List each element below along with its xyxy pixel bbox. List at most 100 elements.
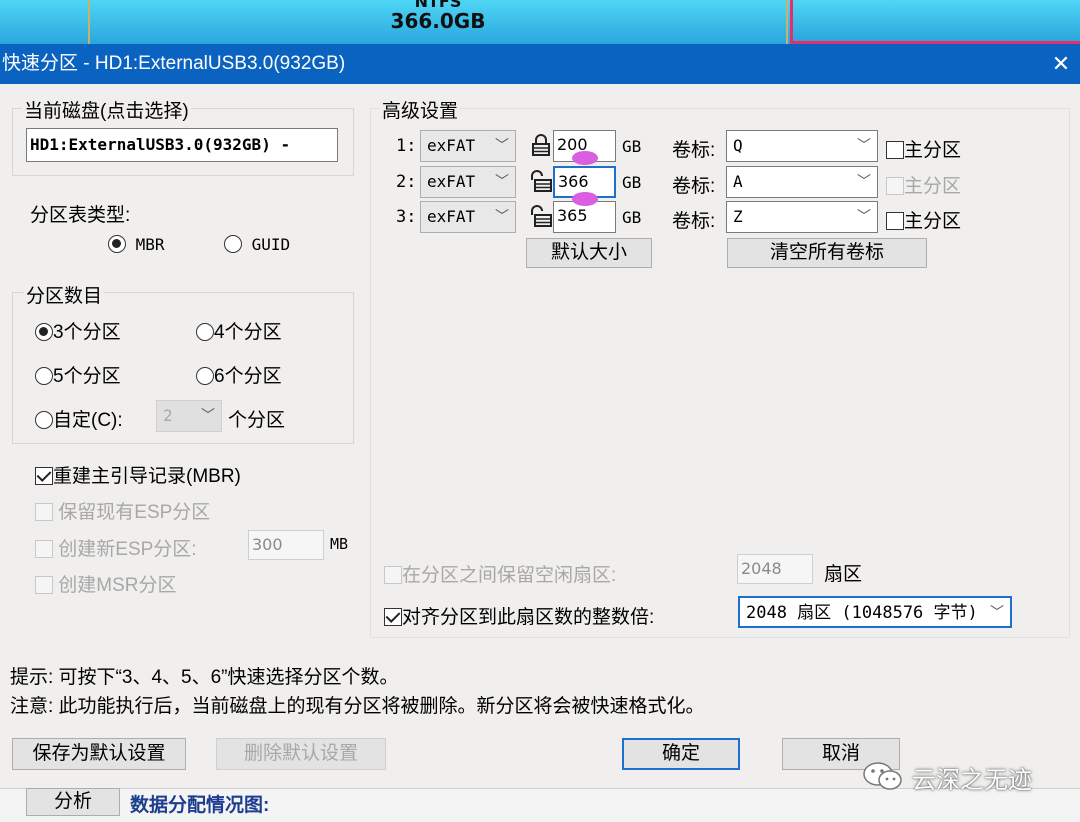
advanced-legend: 高级设置: [380, 96, 461, 123]
custom-count-value: 2: [163, 406, 173, 425]
resize-handle[interactable]: [572, 192, 598, 206]
msr-checkbox[interactable]: 创建MSR分区: [35, 570, 177, 597]
primary-checkbox-3[interactable]: 主分区: [886, 206, 961, 233]
checkbox-label: 主分区: [904, 176, 962, 197]
checkbox-box: [35, 540, 53, 558]
checkbox-box: [886, 212, 904, 230]
reserve-free-checkbox[interactable]: 在分区之间保留空闲扇区:: [384, 560, 616, 587]
esp-size-input[interactable]: 300: [248, 530, 324, 560]
volume-label-select-1[interactable]: Q ﹀: [726, 130, 878, 162]
align-checkbox[interactable]: 对齐分区到此扇区数的整数倍:: [384, 602, 654, 629]
checkbox-box: [35, 467, 53, 485]
checkbox-box: [384, 566, 402, 584]
radio-5-partitions[interactable]: 5个分区: [35, 361, 121, 388]
chevron-down-icon: ﹀: [495, 209, 509, 225]
checkbox-box: [35, 576, 53, 594]
reserve-sectors-input[interactable]: 2048: [737, 554, 813, 584]
fs-select-2[interactable]: exFAT ﹀: [420, 166, 516, 198]
default-size-button[interactable]: 默认大小: [526, 238, 652, 268]
checkbox-label: 对齐分区到此扇区数的整数倍:: [402, 607, 655, 628]
disk-map-partition-selected[interactable]: [790, 0, 1080, 44]
checkbox-box: [886, 141, 904, 159]
radio-mbr[interactable]: MBR: [108, 235, 165, 254]
analyze-button[interactable]: 分析: [26, 788, 120, 816]
fs-select-1[interactable]: exFAT ﹀: [420, 130, 516, 162]
partition-count-legend: 分区数目: [24, 281, 105, 308]
chevron-down-icon: ﹀: [201, 408, 215, 424]
chevron-down-icon: ﹀: [857, 174, 871, 190]
esp-size-unit: MB: [330, 535, 349, 553]
fs-value: exFAT: [427, 207, 476, 226]
volume-label-select-3[interactable]: Z ﹀: [726, 201, 878, 233]
checkbox-label: 主分区: [904, 140, 962, 161]
checkbox-label: 重建主引导记录(MBR): [53, 466, 241, 487]
radio-guid[interactable]: GUID: [224, 235, 290, 254]
lock-closed-icon[interactable]: [531, 134, 551, 156]
lock-open-icon[interactable]: [529, 170, 553, 192]
checkbox-box: [886, 177, 904, 195]
wechat-icon: [863, 762, 902, 790]
partition-size: 366.0GB: [390, 9, 486, 33]
radio-dot: [35, 367, 53, 385]
data-allocation-label: 数据分配情况图:: [130, 795, 270, 816]
note-text: 注意: 此功能执行后，当前磁盘上的现有分区将被删除。新分区将会被快速格式化。: [10, 696, 705, 717]
new-esp-checkbox[interactable]: 创建新ESP分区:: [35, 534, 197, 561]
watermark-text: 云深之无迹: [912, 767, 1032, 794]
align-value: 2048 扇区 (1048576 字节): [746, 603, 978, 623]
chevron-down-icon: ﹀: [857, 138, 871, 154]
disk-map-partition[interactable]: NTFS 366.0GB: [88, 0, 788, 44]
radio-4-partitions[interactable]: 4个分区: [196, 317, 282, 344]
clear-labels-button[interactable]: 清空所有卷标: [727, 238, 927, 268]
row-index: 1:: [396, 136, 417, 156]
radio-3-partitions[interactable]: 3个分区: [35, 317, 121, 344]
volume-label-select-2[interactable]: A ﹀: [726, 166, 878, 198]
radio-label: 5个分区: [53, 366, 121, 387]
lock-open-icon[interactable]: [529, 205, 553, 227]
radio-dot: [35, 323, 53, 341]
fs-select-3[interactable]: exFAT ﹀: [420, 201, 516, 233]
custom-count-select[interactable]: 2 ﹀: [156, 400, 222, 432]
chevron-down-icon: ﹀: [990, 605, 1004, 621]
radio-guid-label: GUID: [251, 235, 291, 254]
primary-checkbox-1[interactable]: 主分区: [886, 135, 961, 162]
close-button[interactable]: ✕: [1042, 44, 1080, 84]
radio-custom[interactable]: 自定(C):: [35, 405, 123, 432]
reserve-unit: 扇区: [824, 564, 863, 585]
dialog-title: 快速分区 - HD1:ExternalUSB3.0(932GB): [0, 44, 1080, 84]
volume-label-caption: 卷标:: [672, 211, 716, 232]
radio-6-partitions[interactable]: 6个分区: [196, 361, 282, 388]
custom-count-suffix: 个分区: [228, 410, 286, 431]
primary-checkbox-2[interactable]: 主分区: [886, 171, 961, 198]
radio-dot: [35, 411, 53, 429]
current-disk-select[interactable]: HD1:ExternalUSB3.0(932GB) -: [26, 128, 338, 162]
keep-esp-checkbox[interactable]: 保留现有ESP分区: [35, 497, 210, 524]
current-disk-legend: 当前磁盘(点击选择): [22, 96, 191, 123]
volume-value: Q: [733, 136, 743, 155]
align-select[interactable]: 2048 扇区 (1048576 字节) ﹀: [738, 596, 1012, 628]
size-unit: GB: [622, 137, 642, 156]
rebuild-mbr-checkbox[interactable]: 重建主引导记录(MBR): [35, 461, 241, 488]
table-type-label: 分区表类型:: [30, 205, 131, 226]
radio-label: 6个分区: [214, 366, 282, 387]
hint-text: 提示: 可按下“3、4、5、6”快速选择分区个数。: [10, 667, 399, 688]
delete-default-button[interactable]: 删除默认设置: [216, 738, 386, 770]
volume-value: Z: [733, 207, 743, 226]
save-default-button[interactable]: 保存为默认设置: [12, 738, 186, 770]
chevron-down-icon: ﹀: [857, 209, 871, 225]
chevron-down-icon: ﹀: [495, 138, 509, 154]
radio-label: 3个分区: [53, 322, 121, 343]
radio-mbr-label: MBR: [135, 235, 165, 254]
checkbox-box: [35, 503, 53, 521]
volume-label-caption: 卷标:: [672, 176, 716, 197]
resize-handle[interactable]: [572, 151, 598, 165]
radio-label: 自定(C):: [53, 410, 123, 431]
checkbox-label: 创建MSR分区: [58, 575, 177, 596]
fs-value: exFAT: [427, 172, 476, 191]
radio-label: 4个分区: [214, 322, 282, 343]
volume-value: A: [733, 172, 743, 191]
fs-value: exFAT: [427, 136, 476, 155]
row-index: 2:: [396, 172, 417, 192]
checkbox-label: 保留现有ESP分区: [58, 502, 211, 523]
radio-dot: [196, 367, 214, 385]
ok-button[interactable]: 确定: [622, 738, 740, 770]
